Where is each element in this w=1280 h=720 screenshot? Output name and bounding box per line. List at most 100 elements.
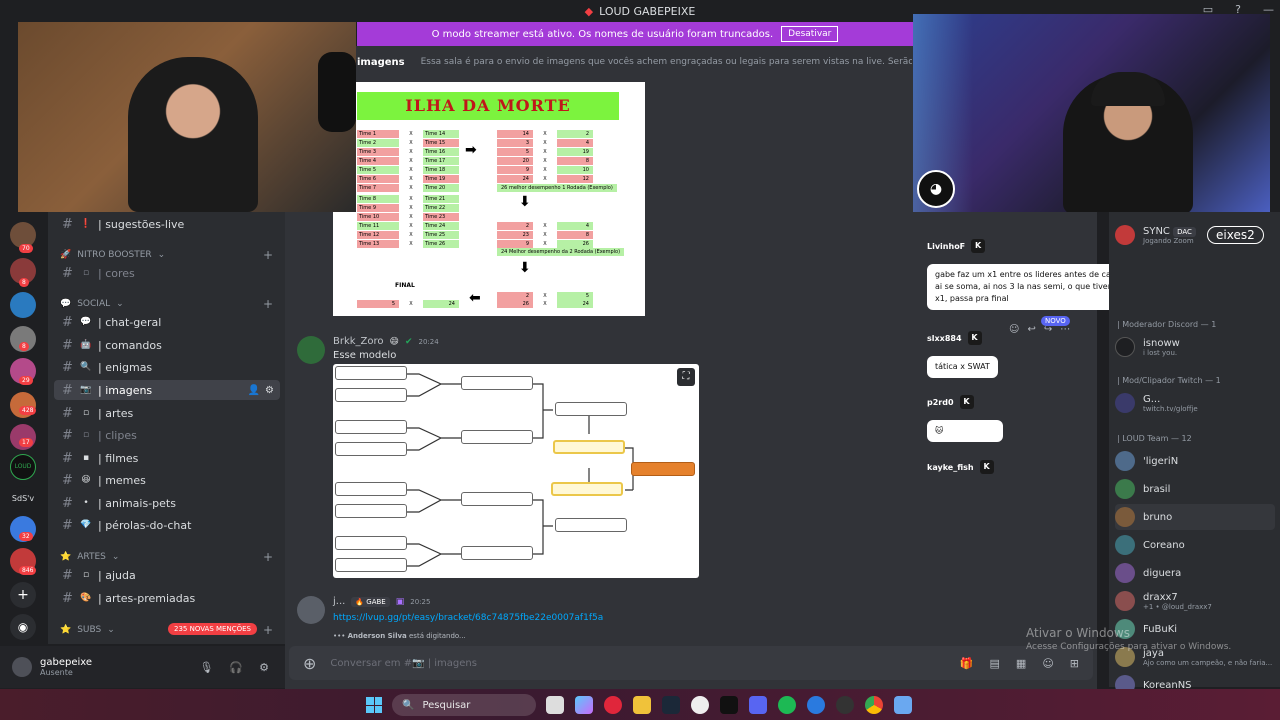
member-item[interactable]: diguera xyxy=(1115,560,1275,586)
avatar[interactable] xyxy=(297,596,325,624)
channel-chat-geral[interactable]: # 💬 | chat-geral xyxy=(54,312,280,332)
channel-artes-premiadas[interactable]: # 🎨 | artes-premiadas xyxy=(54,588,280,608)
category-subs[interactable]: ⭐ SUBS ⌄ + xyxy=(60,623,273,637)
forward-icon[interactable]: ↪ xyxy=(1044,324,1052,335)
gear-icon[interactable]: ⚙ xyxy=(265,385,274,396)
avatar[interactable] xyxy=(297,336,325,364)
member-category: | Mod/Clipador Twitch — 1 xyxy=(1117,376,1221,385)
spotify-icon[interactable] xyxy=(778,696,796,714)
add-channel-icon[interactable]: + xyxy=(263,248,273,262)
gear-icon[interactable]: ⚙ xyxy=(259,661,269,674)
sheet-cell: X xyxy=(409,185,413,191)
sheet-final-scores: 26 X 24 xyxy=(497,300,593,308)
more-icon[interactable]: ⋯ xyxy=(1060,324,1070,335)
sheet-cell: 10 xyxy=(557,166,593,174)
chat-username: p2rd0 xyxy=(927,397,954,407)
discord-icon[interactable] xyxy=(749,696,767,714)
sheet-final-row: 5 X 24 xyxy=(357,300,459,308)
member-item[interactable]: brasil xyxy=(1115,476,1275,502)
sheet-cell: 9 xyxy=(497,166,533,174)
channel-ajuda[interactable]: # ▫ | ajuda xyxy=(54,565,280,585)
add-channel-icon[interactable]: + xyxy=(263,623,273,637)
sheet-cell: X xyxy=(543,158,547,164)
add-channel-icon[interactable]: + xyxy=(263,550,273,564)
new-mentions-badge[interactable]: 235 NOVAS MENÇÕES xyxy=(168,623,257,635)
sheet-cell: 2 xyxy=(497,292,533,300)
category-social[interactable]: 💬 SOCIAL ⌄ + xyxy=(60,297,273,311)
opera-icon[interactable] xyxy=(604,696,622,714)
category-artes[interactable]: ⭐ ARTES ⌄ + xyxy=(60,550,273,564)
app-icon[interactable] xyxy=(894,696,912,714)
channel-cores[interactable]: # ▫ | cores xyxy=(54,263,280,283)
sheet-cell: X xyxy=(409,205,413,211)
sheet-cell: X xyxy=(409,176,413,182)
channel-animais-pets[interactable]: # • | animais-pets xyxy=(54,493,280,513)
message-link[interactable]: https://lvup.gg/pt/easy/bracket/68c74875… xyxy=(333,613,603,623)
bracket-slot xyxy=(335,366,407,380)
reaction-icon[interactable]: ☺ xyxy=(1009,324,1019,335)
hash-icon: # xyxy=(62,314,73,330)
hash-icon: # xyxy=(62,405,73,421)
discover-icon[interactable]: ◉ xyxy=(10,614,36,640)
member-item[interactable]: 'ligeriN xyxy=(1115,448,1275,474)
file-explorer-icon[interactable] xyxy=(633,696,651,714)
expand-image-icon[interactable]: ⛶ xyxy=(677,368,695,386)
server-icon[interactable] xyxy=(10,292,36,318)
attached-image-spreadsheet[interactable]: ILHA DA MORTE Time 1 X Time 14 14 X 2 Time 2XT… xyxy=(333,82,645,316)
server-icon[interactable]: SdS'v xyxy=(10,486,36,512)
channel-sugestoes-live[interactable]: # ❗ | sugestões-live xyxy=(54,214,280,234)
task-view-icon[interactable] xyxy=(546,696,564,714)
member-item[interactable]: Coreano xyxy=(1115,532,1275,558)
capcut-icon[interactable] xyxy=(720,696,738,714)
headphones-icon[interactable]: 🎧 xyxy=(229,661,243,674)
member-info: SYNC DAC Jogando Zoom xyxy=(1143,226,1196,245)
windows-start-icon[interactable] xyxy=(366,697,382,713)
microphone-icon[interactable]: 🎙 xyxy=(199,661,213,674)
attached-image-bracket[interactable]: ⛶ xyxy=(333,364,699,578)
server-icon[interactable]: LOUD xyxy=(10,454,36,480)
reply-icon[interactable]: ↩ xyxy=(1027,324,1035,335)
sheet-row: Time 7 X Time 20 xyxy=(357,184,459,192)
browser-icon[interactable] xyxy=(807,696,825,714)
star-icon: ⭐ xyxy=(60,625,72,635)
steam-icon[interactable] xyxy=(662,696,680,714)
channel-comandos[interactable]: # 🤖 | comandos xyxy=(54,335,280,355)
member-item[interactable]: draxx7 +1 • @loud_draxx7 xyxy=(1115,588,1275,614)
message-author[interactable]: j... xyxy=(333,596,345,607)
taskbar-search[interactable]: 🔍 Pesquisar xyxy=(392,694,536,716)
smile-emoji-icon: 😄 xyxy=(389,336,399,347)
overlay-label: eixes2 xyxy=(1207,226,1264,244)
member-item[interactable]: isnoww i lost you. xyxy=(1115,334,1275,360)
channel-artes[interactable]: # ▫ | artes xyxy=(54,403,280,423)
add-server-icon[interactable]: + xyxy=(10,582,36,608)
attach-plus-icon[interactable]: ⊕ xyxy=(303,654,316,673)
message-input[interactable] xyxy=(330,657,946,669)
disable-streamer-mode-button[interactable]: Desativar xyxy=(781,26,839,42)
chrome-icon[interactable] xyxy=(865,696,883,714)
channel-perolas-do-chat[interactable]: # 💎 | pérolas-do-chat xyxy=(54,515,280,535)
bracket-slot xyxy=(335,388,407,402)
channel-filmes[interactable]: # ▪ | filmes xyxy=(54,448,280,468)
message-author[interactable]: Brkk_Zoro xyxy=(333,336,384,347)
speech-bubble-icon: 💬 xyxy=(80,317,92,327)
channel-clipes[interactable]: # ▫ | clipes xyxy=(54,425,280,445)
obs-icon[interactable] xyxy=(836,696,854,714)
channel-memes[interactable]: # 😆 | memes xyxy=(54,470,280,490)
member-item[interactable]: bruno xyxy=(1115,504,1275,530)
copilot-icon[interactable] xyxy=(575,696,593,714)
user-info[interactable]: gabepeixe Ausente xyxy=(40,657,92,677)
server-badge: 29 xyxy=(19,376,33,385)
bracket-slot xyxy=(461,546,533,560)
channel-enigmas[interactable]: # 🔍 | enigmas xyxy=(54,357,280,377)
app-icon[interactable] xyxy=(691,696,709,714)
avatar xyxy=(1115,451,1135,471)
channel-topic[interactable]: Essa sala é para o envio de imagens que … xyxy=(421,57,912,67)
channel-imagens[interactable]: # 📷 | imagens 👤 ⚙ xyxy=(54,380,280,400)
bracket-slot xyxy=(335,442,407,456)
add-member-icon[interactable]: 👤 xyxy=(248,385,260,396)
avatar[interactable] xyxy=(12,657,32,677)
add-channel-icon[interactable]: + xyxy=(263,297,273,311)
category-nitro-booster[interactable]: 🚀 NITRO BOOSTER ⌄ + xyxy=(60,248,273,262)
member-item[interactable]: G... twitch.tv/gloffje xyxy=(1115,390,1275,416)
member-tag: DAC xyxy=(1173,226,1196,237)
